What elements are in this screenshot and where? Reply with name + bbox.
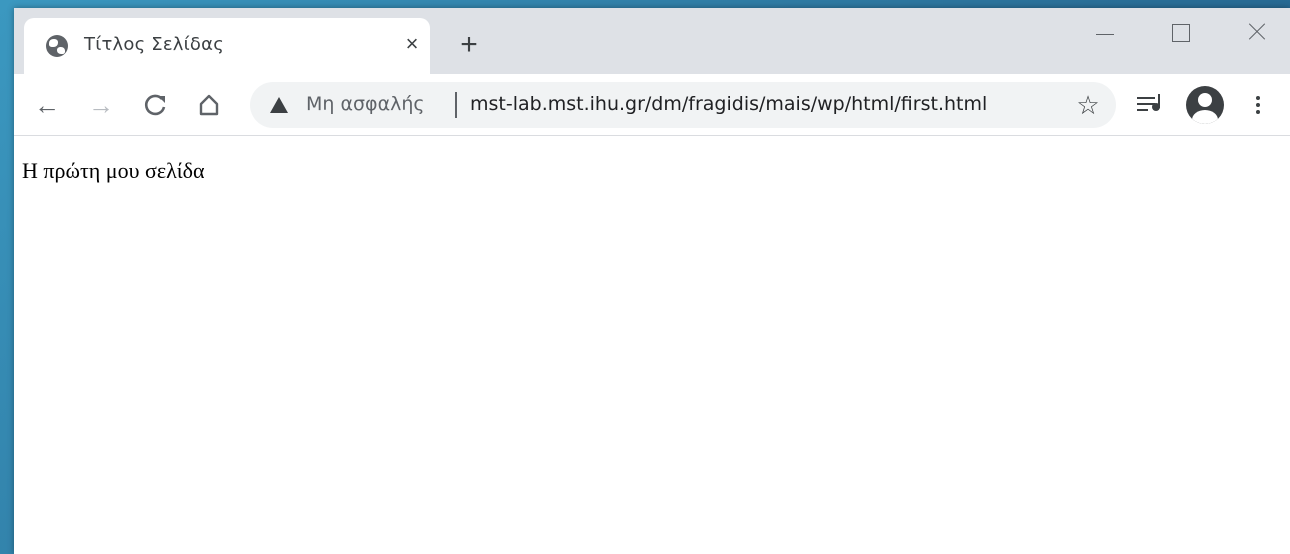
bookmark-star-icon[interactable]: ☆ — [1073, 90, 1103, 120]
url-text[interactable]: mst-lab.mst.ihu.gr/dm/fragidis/mais/wp/h… — [470, 93, 987, 115]
warning-icon[interactable] — [270, 97, 288, 113]
tab-title: Τίτλος Σελίδας — [84, 34, 224, 55]
maximize-button[interactable] — [1160, 16, 1200, 46]
tab-strip: Τίτλος Σελίδας × + — [14, 8, 1290, 74]
more-menu-icon[interactable] — [1248, 88, 1268, 122]
address-bar[interactable]: Μη ασφαλής mst-lab.mst.ihu.gr/dm/fragidi… — [250, 82, 1116, 128]
home-icon — [199, 94, 219, 116]
minimize-button[interactable] — [1084, 16, 1124, 46]
browser-toolbar: ← → Μη ασφαλής mst-lab.mst.ihu.gr/dm/fra… — [14, 74, 1290, 136]
new-tab-button[interactable]: + — [452, 30, 486, 64]
profile-avatar-icon[interactable] — [1186, 86, 1224, 124]
browser-window: Τίτλος Σελίδας × + ← → Μη ασφαλής mst-la… — [14, 8, 1290, 554]
globe-icon — [46, 35, 68, 57]
forward-button[interactable]: → — [84, 88, 118, 122]
page-body-text: Η πρώτη μου σελίδα — [22, 158, 205, 183]
home-button[interactable] — [192, 88, 226, 122]
close-window-button[interactable] — [1236, 16, 1276, 46]
media-controls-icon[interactable] — [1134, 90, 1164, 120]
tab-active[interactable]: Τίτλος Σελίδας × — [24, 18, 430, 74]
reload-button[interactable] — [138, 88, 172, 122]
tab-close-icon[interactable]: × — [400, 32, 424, 56]
back-button[interactable]: ← — [30, 88, 64, 122]
reload-icon — [144, 94, 166, 116]
address-separator — [455, 92, 457, 118]
security-status-label[interactable]: Μη ασφαλής — [306, 93, 425, 115]
page-content: Η πρώτη μου σελίδα — [14, 136, 1290, 554]
